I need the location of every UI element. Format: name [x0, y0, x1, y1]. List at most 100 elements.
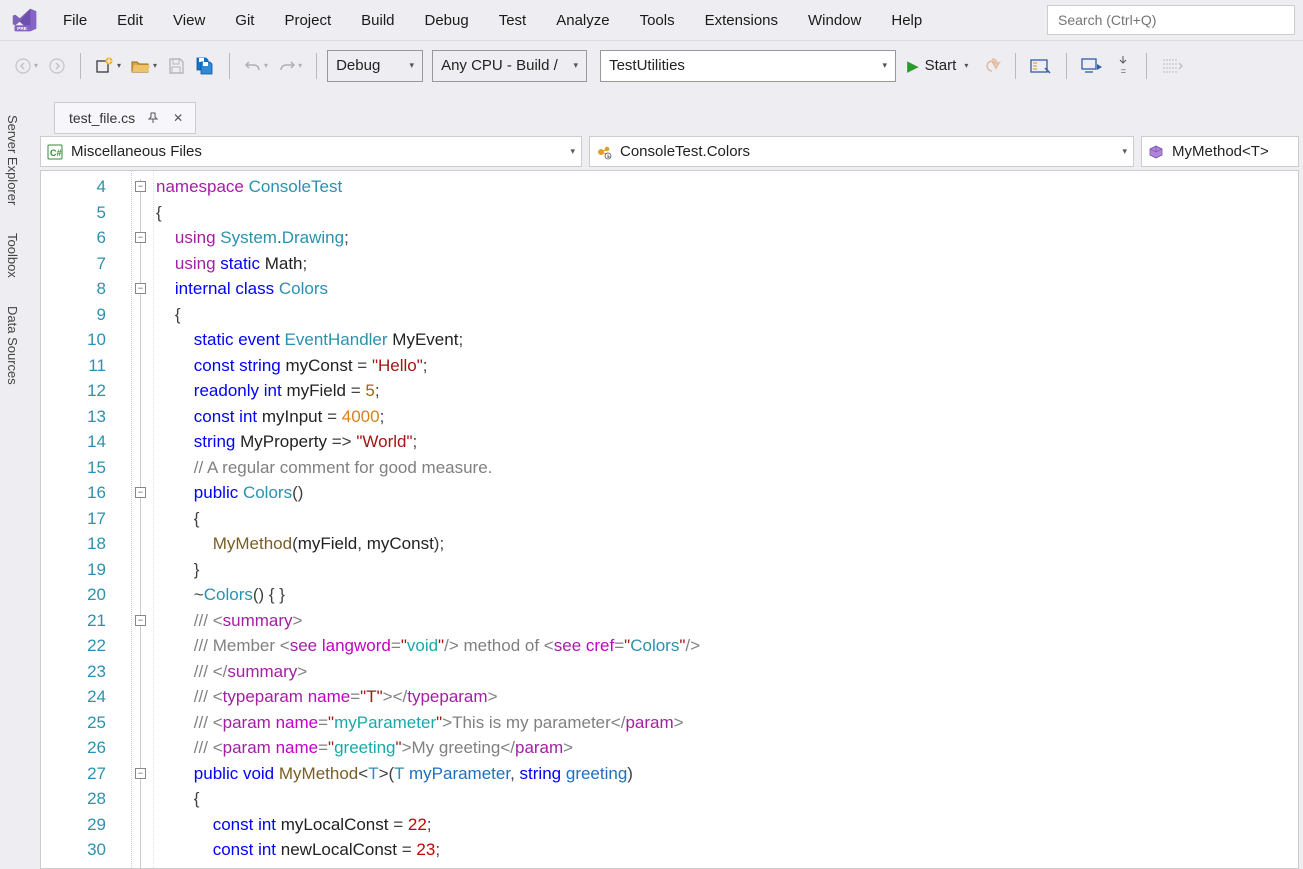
fold-toggle[interactable]: − — [135, 768, 146, 779]
live-share-button[interactable] — [1077, 51, 1107, 81]
navigation-bar: C# Miscellaneous Files▾ ConsoleTest.Colo… — [36, 136, 1303, 170]
menu-debug[interactable]: Debug — [410, 6, 484, 35]
code-line: { — [156, 506, 1298, 532]
hot-reload-button[interactable] — [979, 51, 1005, 81]
menu-help[interactable]: Help — [876, 6, 937, 35]
line-number: 6 — [41, 225, 106, 251]
line-number: 10 — [41, 327, 106, 353]
open-file-button[interactable]: ▾ — [127, 51, 161, 81]
menu-extensions[interactable]: Extensions — [690, 6, 793, 35]
code-line: ~Colors() { } — [156, 582, 1298, 608]
search-input[interactable] — [1047, 5, 1295, 35]
code-text[interactable]: namespace ConsoleTest { using System.Draw… — [153, 171, 1298, 868]
side-tab-server-explorer[interactable]: Server Explorer — [0, 101, 28, 219]
code-line: const int myInput = 4000; — [156, 404, 1298, 430]
code-line: /// <typeparam name="T"></typeparam> — [156, 684, 1298, 710]
separator — [1146, 53, 1147, 79]
class-dropdown[interactable]: ConsoleTest.Colors▾ — [589, 136, 1134, 167]
file-tab-active[interactable]: test_file.cs ✕ — [54, 102, 196, 134]
line-number: 29 — [41, 812, 106, 838]
code-line: static event EventHandler MyEvent; — [156, 327, 1298, 353]
toolbar: ▾ ▾ ▾ ▾ ▾ Debug▾ Any CPU - Build /▾ Test… — [0, 40, 1303, 90]
code-line: const int myLocalConst = 22; — [156, 812, 1298, 838]
line-number: 26 — [41, 735, 106, 761]
nav-forward-button[interactable] — [44, 51, 70, 81]
class-icon — [596, 144, 614, 160]
side-tab-toolbox[interactable]: Toolbox — [0, 219, 28, 292]
menu-view[interactable]: View — [158, 6, 220, 35]
fold-gutter: − − − − − − — [131, 171, 153, 868]
line-number: 23 — [41, 659, 106, 685]
code-line: /// </summary> — [156, 659, 1298, 685]
menu-window[interactable]: Window — [793, 6, 876, 35]
save-button[interactable] — [163, 51, 189, 81]
indent-button[interactable] — [1157, 51, 1187, 81]
member-dropdown[interactable]: MyMethod<T> — [1141, 136, 1299, 167]
menu-test[interactable]: Test — [484, 6, 542, 35]
code-line: /// <param name="myParameter">This is my… — [156, 710, 1298, 736]
side-tab-data-sources[interactable]: Data Sources — [0, 292, 28, 399]
code-line: namespace ConsoleTest — [156, 174, 1298, 200]
startup-project-dropdown[interactable]: TestUtilities▾ — [600, 50, 896, 82]
separator — [1066, 53, 1067, 79]
code-line: internal class Colors — [156, 276, 1298, 302]
config-dropdown[interactable]: Debug▾ — [327, 50, 423, 82]
scope-dropdown[interactable]: C# Miscellaneous Files▾ — [40, 136, 582, 167]
pin-icon[interactable] — [145, 110, 161, 126]
new-item-button[interactable]: ▾ — [91, 51, 125, 81]
menu-file[interactable]: File — [48, 6, 102, 35]
code-line: using System.Drawing; — [156, 225, 1298, 251]
menu-project[interactable]: Project — [269, 6, 346, 35]
redo-button[interactable]: ▾ — [274, 51, 306, 81]
side-tool-tabs: Server ExplorerToolboxData Sources — [0, 101, 28, 399]
undo-button[interactable]: ▾ — [240, 51, 272, 81]
nav-back-button[interactable]: ▾ — [10, 51, 42, 81]
browse-button[interactable] — [1026, 51, 1056, 81]
code-line: MyMethod(myField, myConst); — [156, 531, 1298, 557]
code-editor[interactable]: 4567891011121314151617181920212223242526… — [40, 170, 1299, 869]
code-line: /// <param name="greeting">My greeting</… — [156, 735, 1298, 761]
menu-edit[interactable]: Edit — [102, 6, 158, 35]
fold-toggle[interactable]: − — [135, 181, 146, 192]
code-line: readonly int myField = 5; — [156, 378, 1298, 404]
code-line: { — [156, 302, 1298, 328]
save-all-button[interactable] — [191, 51, 219, 81]
editor-area: test_file.cs ✕ C# Miscellaneous Files▾ C… — [36, 100, 1303, 869]
code-line: } — [156, 557, 1298, 583]
platform-dropdown[interactable]: Any CPU - Build /▾ — [432, 50, 587, 82]
line-number: 18 — [41, 531, 106, 557]
line-number: 13 — [41, 404, 106, 430]
line-number: 15 — [41, 455, 106, 481]
menu-build[interactable]: Build — [346, 6, 409, 35]
line-number: 20 — [41, 582, 106, 608]
code-line: public Colors() — [156, 480, 1298, 506]
fold-toggle[interactable]: − — [135, 487, 146, 498]
line-number: 4 — [41, 174, 106, 200]
fold-toggle[interactable]: − — [135, 232, 146, 243]
file-tab-label: test_file.cs — [69, 110, 135, 126]
line-number: 9 — [41, 302, 106, 328]
svg-text:PRE: PRE — [17, 26, 28, 32]
file-tabs: test_file.cs ✕ — [36, 100, 1303, 136]
line-number: 30 — [41, 837, 106, 863]
menu-analyze[interactable]: Analyze — [541, 6, 624, 35]
line-number: 19 — [41, 557, 106, 583]
fold-toggle[interactable]: − — [135, 615, 146, 626]
separator — [1015, 53, 1016, 79]
code-line: public void MyMethod<T>(T myParameter, s… — [156, 761, 1298, 787]
menu-tools[interactable]: Tools — [625, 6, 690, 35]
line-number: 27 — [41, 761, 106, 787]
line-number: 22 — [41, 633, 106, 659]
start-debug-button[interactable]: ▶Start▾ — [899, 53, 976, 79]
line-number: 12 — [41, 378, 106, 404]
separator — [80, 53, 81, 79]
line-number: 5 — [41, 200, 106, 226]
line-number: 7 — [41, 251, 106, 277]
close-icon[interactable]: ✕ — [171, 109, 185, 127]
line-number: 14 — [41, 429, 106, 455]
code-line: string MyProperty => "World"; — [156, 429, 1298, 455]
line-number: 17 — [41, 506, 106, 532]
menu-git[interactable]: Git — [220, 6, 269, 35]
fold-toggle[interactable]: − — [135, 283, 146, 294]
overflow-button[interactable]: = — [1110, 50, 1136, 82]
